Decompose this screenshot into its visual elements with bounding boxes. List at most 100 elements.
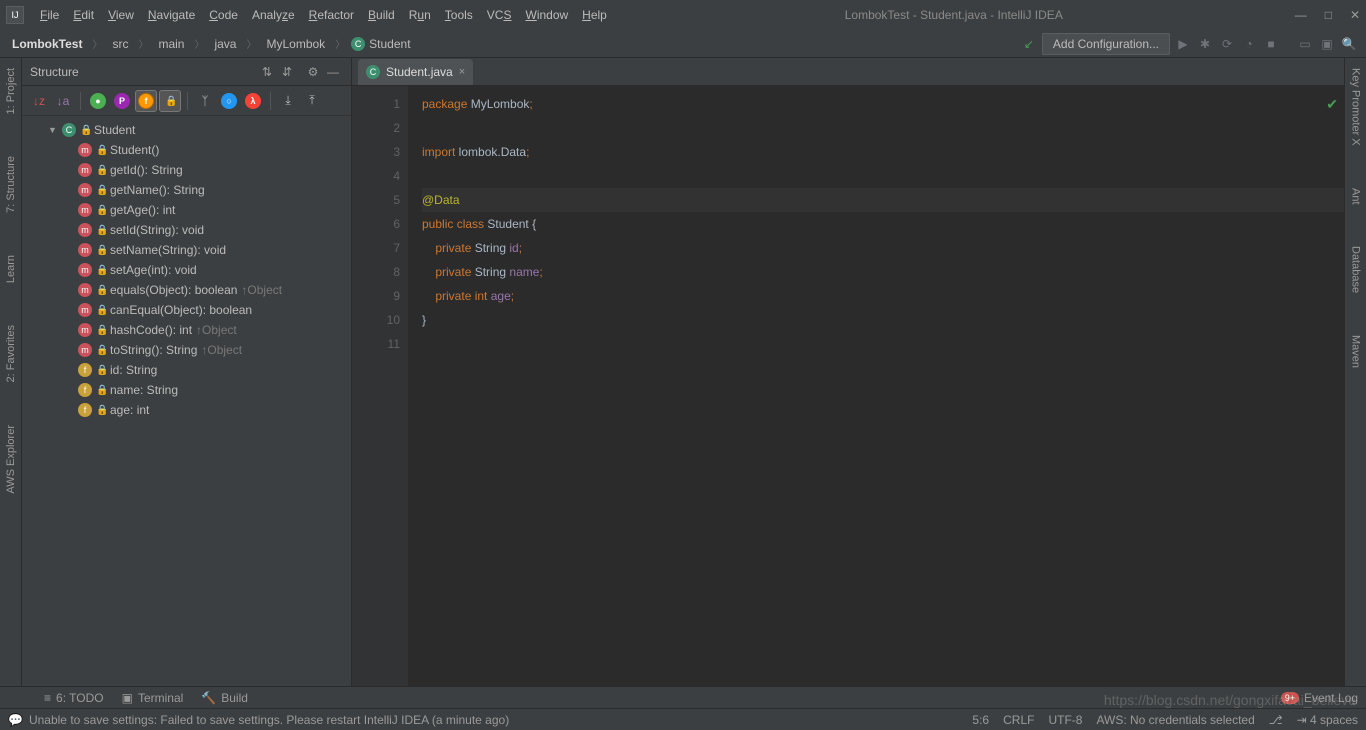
lock-icon: 🔒 [96, 285, 106, 295]
tool-structure[interactable]: 7: Structure [5, 150, 17, 219]
menu-window[interactable]: Window [519, 5, 574, 25]
make-icon[interactable]: ↙ [1020, 35, 1038, 53]
structure-tree: ▼ C 🔒 Student m🔒Student()m🔒getId(): Stri… [22, 116, 351, 686]
sort-vis-icon[interactable]: ↓a [52, 90, 74, 112]
status-git-icon[interactable]: ⎇ [1269, 713, 1283, 727]
tree-member[interactable]: m🔒hashCode(): int ↑Object [22, 320, 351, 340]
show-private-icon[interactable]: 🔒 [159, 90, 181, 112]
chevron-down-icon[interactable]: ▼ [48, 125, 58, 135]
menu-edit[interactable]: Edit [67, 5, 100, 25]
maximize-icon[interactable]: □ [1325, 8, 1332, 22]
tool-event-log[interactable]: 9+Event Log [1281, 691, 1358, 705]
menu-vcs[interactable]: VCS [481, 5, 518, 25]
tree-root[interactable]: ▼ C 🔒 Student [22, 120, 351, 140]
show-protected-icon[interactable]: P [111, 90, 133, 112]
collapse-icon[interactable]: ⇵ [277, 62, 297, 82]
lock-icon: 🔒 [80, 125, 90, 135]
crumb-package[interactable]: MyLombok [262, 35, 329, 53]
menu-navigate[interactable]: Navigate [142, 5, 201, 25]
show-public-icon[interactable]: ● [87, 90, 109, 112]
method-icon: m [78, 203, 92, 217]
crumb-class-label: Student [369, 37, 410, 51]
tree-member[interactable]: m🔒Student() [22, 140, 351, 160]
tool-favorites[interactable]: 2: Favorites [5, 319, 17, 388]
status-indent[interactable]: ⇥ 4 spaces [1297, 713, 1358, 727]
method-icon: m [78, 343, 92, 357]
coverage-icon[interactable]: ⟳ [1218, 35, 1236, 53]
tree-member[interactable]: m🔒setId(String): void [22, 220, 351, 240]
gutter[interactable]: 1234567891011 [352, 86, 408, 686]
tree-member[interactable]: m🔒toString(): String ↑Object [22, 340, 351, 360]
tab-student-java[interactable]: C Student.java × [358, 59, 473, 85]
menu-file[interactable]: File [34, 5, 65, 25]
menu-build[interactable]: Build [362, 5, 401, 25]
autoscroll-to-icon[interactable]: ⤓ [277, 90, 299, 112]
add-configuration-button[interactable]: Add Configuration... [1042, 33, 1170, 55]
status-line-sep[interactable]: CRLF [1003, 713, 1034, 727]
notification-icon[interactable]: 💬 [8, 713, 23, 727]
tree-member[interactable]: f🔒id: String [22, 360, 351, 380]
status-aws[interactable]: AWS: No credentials selected [1096, 713, 1254, 727]
navigation-bar: LombokTest〉 src〉 main〉 java〉 MyLombok〉 C… [0, 30, 1366, 58]
tree-member[interactable]: m🔒setName(String): void [22, 240, 351, 260]
project-view-icon[interactable]: ▭ [1296, 35, 1314, 53]
status-caret-pos[interactable]: 5:6 [972, 713, 989, 727]
layout-icon[interactable]: ▣ [1318, 35, 1336, 53]
search-icon[interactable]: 🔍 [1340, 35, 1358, 53]
tree-member[interactable]: f🔒age: int [22, 400, 351, 420]
tool-learn[interactable]: Learn [5, 249, 17, 289]
menu-view[interactable]: View [102, 5, 140, 25]
breadcrumb: LombokTest〉 src〉 main〉 java〉 MyLombok〉 C… [8, 35, 411, 53]
show-anonymous-icon[interactable]: ○ [218, 90, 240, 112]
method-icon: m [78, 303, 92, 317]
tree-member-label: getId(): String [110, 163, 183, 177]
menu-tools[interactable]: Tools [439, 5, 479, 25]
tool-build[interactable]: 🔨Build [201, 691, 248, 705]
crumb-java[interactable]: java [210, 35, 240, 53]
crumb-main[interactable]: main [154, 35, 188, 53]
debug-icon[interactable]: ✱ [1196, 35, 1214, 53]
tree-member[interactable]: m🔒getName(): String [22, 180, 351, 200]
tree-member[interactable]: m🔒getAge(): int [22, 200, 351, 220]
show-inherited-icon[interactable]: ᛉ [194, 90, 216, 112]
menu-analyze[interactable]: Analyze [246, 5, 301, 25]
menu-run[interactable]: Run [403, 5, 437, 25]
inspection-ok-icon[interactable]: ✔ [1326, 92, 1338, 116]
show-fields-icon[interactable]: f [135, 90, 157, 112]
profile-icon[interactable]: ◔ [1240, 35, 1258, 53]
status-encoding[interactable]: UTF-8 [1048, 713, 1082, 727]
crumb-class[interactable]: C Student [351, 37, 410, 51]
tree-member[interactable]: m🔒setAge(int): void [22, 260, 351, 280]
close-icon[interactable]: ✕ [1350, 8, 1360, 22]
tool-terminal[interactable]: ▣Terminal [122, 691, 184, 705]
autoscroll-from-icon[interactable]: ⤒ [301, 90, 323, 112]
tool-database[interactable]: Database [1350, 240, 1362, 299]
crumb-project[interactable]: LombokTest [8, 35, 86, 53]
hide-icon[interactable]: — [323, 62, 343, 82]
tool-todo[interactable]: ≡6: TODO [44, 691, 104, 705]
tree-member[interactable]: m🔒equals(Object): boolean ↑Object [22, 280, 351, 300]
menu-refactor[interactable]: Refactor [303, 5, 360, 25]
tree-member[interactable]: m🔒canEqual(Object): boolean [22, 300, 351, 320]
tree-member[interactable]: f🔒name: String [22, 380, 351, 400]
tool-aws-explorer[interactable]: AWS Explorer [5, 419, 17, 500]
bottom-tool-strip: ≡6: TODO ▣Terminal 🔨Build 9+Event Log [0, 686, 1366, 708]
tree-member[interactable]: m🔒getId(): String [22, 160, 351, 180]
minimize-icon[interactable]: — [1295, 8, 1307, 22]
menu-code[interactable]: Code [203, 5, 244, 25]
code-editor[interactable]: ✔ package MyLombok; import lombok.Data; … [408, 86, 1344, 686]
run-icon[interactable]: ▶ [1174, 35, 1192, 53]
show-lambda-icon[interactable]: λ [242, 90, 264, 112]
tool-maven[interactable]: Maven [1350, 329, 1362, 374]
tool-keypromoter[interactable]: Key Promoter X [1350, 62, 1362, 152]
stop-icon[interactable]: ■ [1262, 35, 1280, 53]
tool-project[interactable]: 1: Project [5, 62, 17, 120]
tab-close-icon[interactable]: × [459, 66, 465, 78]
sort-alpha-icon[interactable]: ↓z [28, 90, 50, 112]
menu-help[interactable]: Help [576, 5, 613, 25]
structure-toolbar: ↓z ↓a ● P f 🔒 ᛉ ○ λ ⤓ ⤒ [22, 86, 351, 116]
gear-icon[interactable]: ⚙ [303, 62, 323, 82]
crumb-src[interactable]: src [108, 35, 132, 53]
expand-icon[interactable]: ⇅ [257, 62, 277, 82]
tool-ant[interactable]: Ant [1350, 182, 1362, 211]
